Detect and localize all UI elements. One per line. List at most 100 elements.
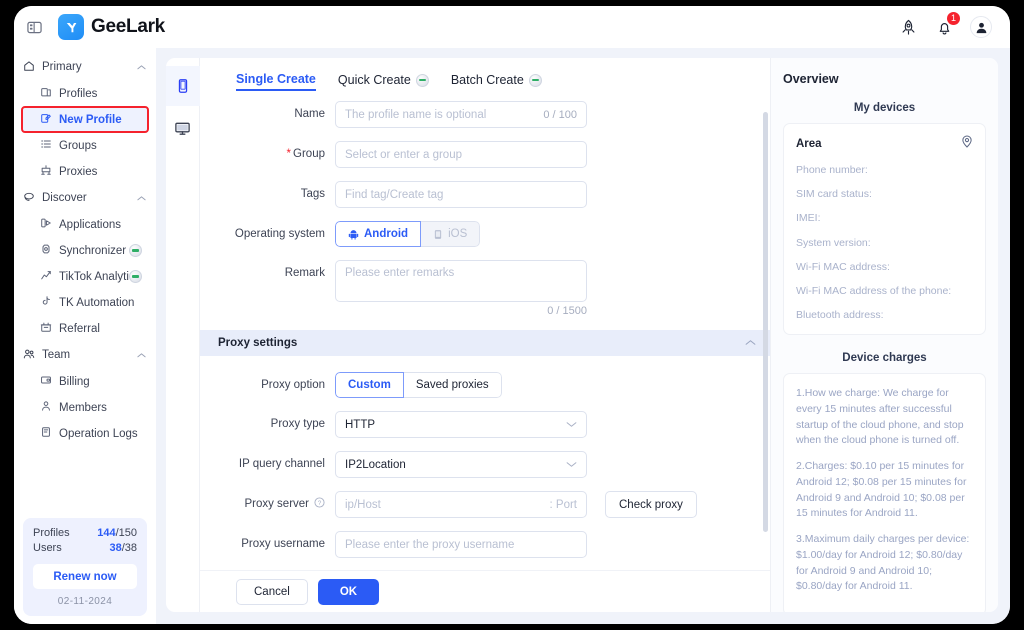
- proxy-option-control: Custom Saved proxies: [335, 372, 770, 398]
- svg-text:?: ?: [318, 500, 322, 507]
- chevron-down-icon: [566, 419, 577, 431]
- sidebar-item-operation-logs[interactable]: Operation Logs: [22, 421, 148, 446]
- sidebar-item-label: Applications: [59, 218, 122, 231]
- device-info-fields: Phone number: SIM card status: IMEI: System…: [796, 163, 973, 322]
- check-proxy-button[interactable]: Check proxy: [605, 491, 697, 518]
- plan-users-value: 38/38: [109, 542, 137, 554]
- tab-label: Quick Create: [337, 73, 411, 87]
- renew-now-button[interactable]: Renew now: [33, 564, 137, 589]
- android-icon: [348, 229, 359, 240]
- device-info-field: System version:: [796, 236, 871, 249]
- proxy-option-saved[interactable]: Saved proxies: [403, 372, 502, 398]
- sidebar-item-referral[interactable]: Referral: [22, 316, 148, 341]
- sidebar-group-discover[interactable]: Discover: [14, 185, 156, 211]
- remark-counter: 0 / 1500: [547, 305, 587, 317]
- phone-icon[interactable]: [166, 66, 200, 106]
- plan-profiles-label: Profiles: [33, 527, 70, 539]
- geelark-logo-icon: [58, 14, 84, 40]
- os-option-android-label: Android: [364, 228, 409, 240]
- members-icon: [40, 400, 52, 415]
- sidebar-item-label: TK Automation: [59, 296, 135, 309]
- user-avatar-icon[interactable]: [970, 16, 992, 38]
- sidebar-item-label: Members: [59, 401, 107, 414]
- proxies-icon: [40, 164, 52, 179]
- charge-paragraph: 2.Charges: $0.10 per 15 minutes for Andr…: [796, 460, 967, 520]
- tab-single-create[interactable]: Single Create: [236, 72, 316, 91]
- os-segmented-control: Android iOS: [335, 221, 481, 247]
- tags-input[interactable]: Find tag/Create tag: [335, 181, 587, 208]
- desktop-icon[interactable]: [166, 108, 200, 148]
- proxy-type-select[interactable]: HTTP: [335, 411, 587, 438]
- tags-control: Find tag/Create tag: [335, 181, 770, 208]
- sidebar-item-label: Proxies: [59, 165, 98, 178]
- location-pin-icon[interactable]: [961, 135, 973, 153]
- group-input[interactable]: Select or enter a group: [335, 141, 587, 168]
- sidebar-item-tk-automation[interactable]: TK Automation: [22, 290, 148, 315]
- sidebar-item-label: Billing: [59, 375, 90, 388]
- bell-icon[interactable]: 1: [934, 12, 960, 37]
- area-label: Area: [796, 138, 822, 150]
- sidebar-group-label: Discover: [42, 192, 87, 204]
- proxy-type-value: HTTP: [345, 418, 376, 431]
- form-column: Single Create Quick Create Batch Create Na…: [200, 58, 770, 612]
- proxy-host-input[interactable]: ip/Host : Port: [335, 491, 587, 518]
- overview-title: Overview: [783, 72, 839, 86]
- device-info-field: Phone number:: [796, 164, 868, 176]
- ok-button[interactable]: OK: [317, 578, 380, 605]
- sidebar-item-profiles[interactable]: Profiles: [22, 81, 148, 106]
- groups-icon: [40, 138, 52, 153]
- question-circle-icon[interactable]: ?: [314, 497, 325, 511]
- cancel-button[interactable]: Cancel: [236, 578, 308, 605]
- proxy-username-input[interactable]: Please enter the proxy username: [335, 531, 587, 558]
- charge-paragraph: 3.Maximum daily charges per device: $1.0…: [796, 533, 970, 593]
- my-devices-heading: My devices: [853, 102, 916, 114]
- create-mode-tabs: Single Create Quick Create Batch Create: [200, 58, 770, 101]
- new-profile-icon: [40, 112, 52, 127]
- field-row-proxy-option: Proxy option Custom Saved proxies: [200, 372, 770, 398]
- sidebar-group-label: Team: [42, 349, 71, 361]
- sidebar-item-synchronizer[interactable]: Synchronizer: [22, 238, 148, 263]
- logs-icon: [40, 426, 52, 441]
- synchronizer-icon: [40, 243, 52, 258]
- sidebar-item-billing[interactable]: Billing: [22, 369, 148, 394]
- plan-profiles-row: Profiles 144/150: [33, 527, 137, 539]
- feature-badge-icon: [129, 244, 142, 257]
- chevron-up-icon: [137, 192, 146, 204]
- sidebar-group-label: Primary: [42, 61, 82, 73]
- ip-query-channel-select[interactable]: IP2Location: [335, 451, 587, 478]
- sidebar-item-label: New Profile: [59, 113, 122, 126]
- tab-batch-create[interactable]: Batch Create: [451, 73, 542, 90]
- os-option-ios[interactable]: iOS: [421, 221, 481, 247]
- rocket-icon[interactable]: [898, 17, 918, 37]
- app-logo[interactable]: GeeLark: [58, 14, 165, 40]
- form-scrollbar[interactable]: [763, 112, 768, 532]
- applications-icon: [40, 217, 52, 232]
- sidebar-item-label: Operation Logs: [59, 427, 138, 440]
- sidebar-group-primary[interactable]: Primary: [14, 54, 156, 80]
- sidebar-toggle-icon[interactable]: [24, 17, 44, 37]
- proxy-settings-section-header[interactable]: Proxy settings: [200, 330, 770, 356]
- os-option-android[interactable]: Android: [335, 221, 422, 247]
- sidebar-item-new-profile[interactable]: New Profile: [21, 106, 149, 133]
- remark-textarea[interactable]: Please enter remarks: [335, 260, 587, 302]
- plan-expiry-date: 02-11-2024: [57, 596, 113, 607]
- sidebar-item-members[interactable]: Members: [22, 395, 148, 420]
- proxy-option-custom[interactable]: Custom: [335, 372, 404, 398]
- tab-quick-create[interactable]: Quick Create: [338, 73, 429, 90]
- sidebar-item-tiktok-analytics[interactable]: TikTok Analytics: [22, 264, 148, 289]
- remark-control: Please enter remarks 0 / 1500: [335, 260, 770, 317]
- group-control: Select or enter a group: [335, 141, 770, 168]
- sidebar-item-groups[interactable]: Groups: [22, 133, 148, 158]
- sidebar-item-proxies[interactable]: Proxies: [22, 159, 148, 184]
- form-footer: Cancel OK: [200, 570, 770, 612]
- form-scroll-region[interactable]: Single Create Quick Create Batch Create Na…: [200, 58, 770, 570]
- create-profile-panel: Single Create Quick Create Batch Create Na…: [166, 58, 998, 612]
- sidebar-item-applications[interactable]: Applications: [22, 212, 148, 237]
- proxy-type-control: HTTP: [335, 411, 770, 438]
- sidebar-group-team[interactable]: Team: [14, 342, 156, 368]
- sidebar-nav: Primary Profiles New Profile Groups Proxies D…: [14, 54, 156, 447]
- team-icon: [23, 348, 35, 363]
- tags-label: Tags: [300, 188, 325, 200]
- name-input[interactable]: The profile name is optional 0 / 100: [335, 101, 587, 128]
